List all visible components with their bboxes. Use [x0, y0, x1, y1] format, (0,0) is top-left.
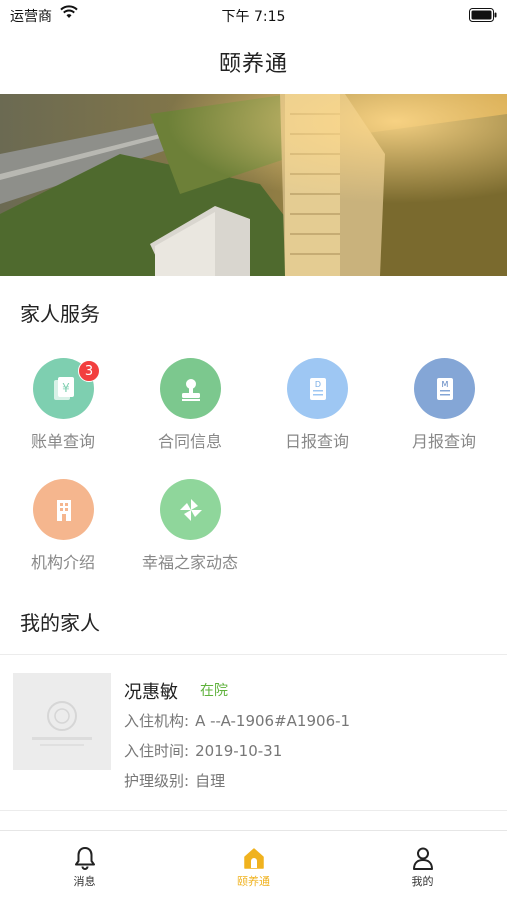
home-icon — [244, 848, 264, 869]
member-photo — [13, 673, 111, 770]
daily-report-icon: D — [287, 358, 348, 419]
checkin-row: 入住时间: 2019-10-31 — [124, 740, 282, 761]
page-title: 颐养通 — [218, 52, 288, 77]
institution-intro-label: 机构介绍 — [30, 553, 95, 572]
tab-bar: 消息 颐养通 我的 — [0, 830, 507, 900]
banner-image[interactable] — [0, 94, 507, 276]
svg-text:D: D — [314, 380, 320, 389]
member-status-badge: 在院 — [200, 683, 228, 699]
monthly-report-icon: M — [414, 358, 475, 419]
institution-intro-button[interactable]: 机构介绍 — [0, 479, 126, 589]
tab-home-label: 颐养通 — [237, 875, 270, 888]
monthly-report-label: 月报查询 — [411, 432, 476, 451]
care-level-label: 护理级别: — [124, 772, 190, 790]
tab-messages[interactable]: 消息 — [0, 831, 169, 900]
tab-mine-label: 我的 — [411, 875, 434, 888]
unread-badge: 3 — [78, 360, 100, 382]
institution-logo-watermark — [32, 700, 92, 746]
bell-icon — [75, 847, 95, 870]
family-services-heading: 家人服务 — [20, 302, 100, 326]
care-level-row: 护理级别: 自理 — [124, 770, 225, 791]
status-bar: 运营商 下午 7:15 — [0, 0, 507, 30]
bill-query-label: 账单查询 — [30, 432, 95, 451]
institution-row: 入住机构: A --A-1906#A1906-1 — [124, 710, 350, 731]
daily-report-label: 日报查询 — [284, 432, 349, 451]
contract-info-button[interactable]: 合同信息 — [127, 358, 253, 468]
nav-bar: 颐养通 — [0, 30, 507, 94]
section-divider — [0, 654, 507, 655]
clock-time: 下午 7:15 — [221, 9, 286, 25]
happy-home-news-button[interactable]: 幸福之家动态 — [127, 479, 253, 589]
person-icon — [413, 847, 433, 870]
card-divider — [0, 810, 507, 811]
contract-stamp-icon — [160, 358, 221, 419]
institution-value: A --A-1906#A1906-1 — [195, 712, 351, 730]
happy-home-news-label: 幸福之家动态 — [141, 553, 238, 572]
contract-info-label: 合同信息 — [157, 432, 222, 451]
battery-icon — [469, 7, 497, 26]
daily-report-button[interactable]: D 日报查询 — [254, 358, 380, 468]
svg-text:M: M — [441, 380, 448, 389]
tab-home[interactable]: 颐养通 — [169, 831, 338, 900]
care-level-value: 自理 — [195, 772, 226, 790]
monthly-report-button[interactable]: M 月报查询 — [381, 358, 507, 468]
pinwheel-icon — [160, 479, 221, 540]
tab-mine[interactable]: 我的 — [338, 831, 507, 900]
member-name: 况惠敏 — [124, 682, 178, 703]
bill-query-button[interactable]: ¥ 3 账单查询 — [0, 358, 126, 468]
banner-building-illustration — [0, 94, 507, 276]
building-icon — [33, 479, 94, 540]
my-family-heading: 我的家人 — [20, 611, 100, 635]
checkin-value: 2019-10-31 — [195, 742, 283, 760]
checkin-label: 入住时间: — [124, 742, 190, 760]
family-member-card[interactable]: 况惠敏 在院 入住机构: A --A-1906#A1906-1 入住时间: 2019… — [0, 656, 507, 810]
svg-text:¥: ¥ — [62, 381, 70, 395]
institution-label: 入住机构: — [124, 712, 190, 730]
tab-messages-label: 消息 — [73, 875, 96, 888]
